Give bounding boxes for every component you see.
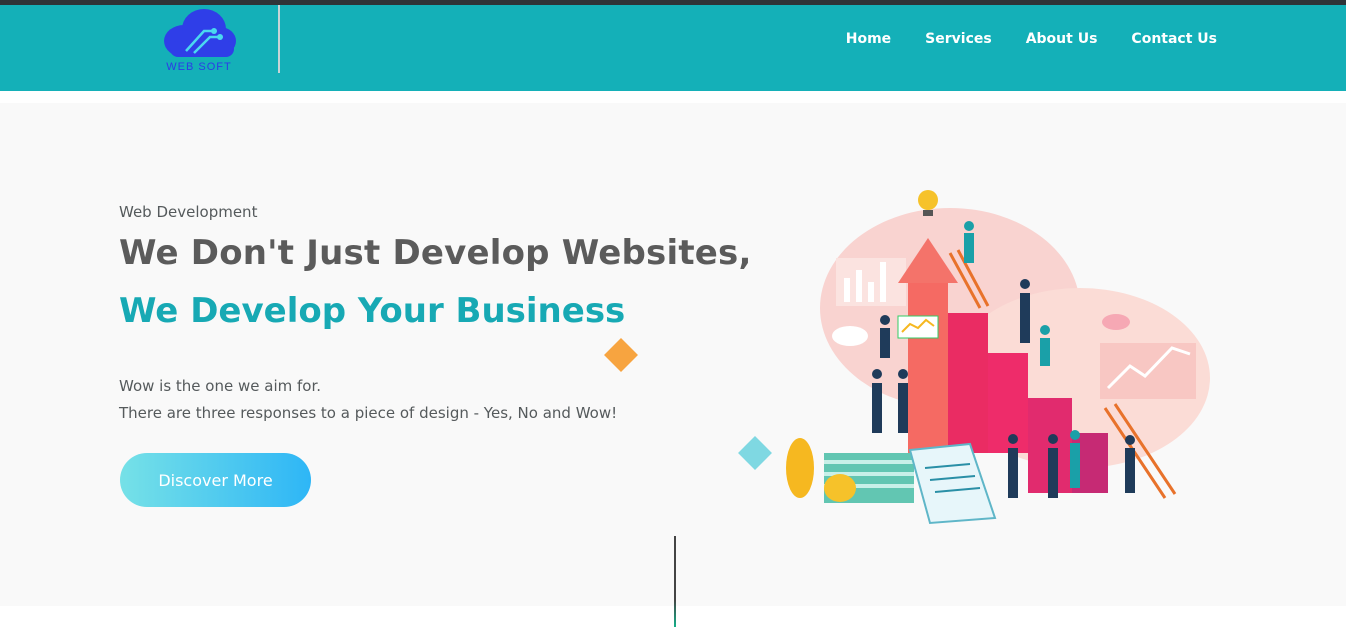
hero-headline-line2: We Develop Your Business [119,291,626,331]
scroll-indicator-line [674,536,676,627]
logo-divider [278,5,280,73]
main-nav: Home Services About Us Contact Us [846,31,1217,47]
site-logo[interactable]: WEB SOFT [156,7,242,79]
logo-text: WEB SOFT [166,61,232,73]
business-growth-illustration [786,190,1210,525]
hero-headline-line1: We Don't Just Develop Websites, [119,233,752,273]
nav-contact-us[interactable]: Contact Us [1131,31,1217,47]
cloud-logo-icon [164,9,236,57]
hero-paragraph-line1: Wow is the one we aim for. [119,377,322,395]
hero-paragraph: Wow is the one we aim for. There are thr… [119,373,617,427]
hero-eyebrow: Web Development [119,203,258,221]
nav-home[interactable]: Home [846,31,891,47]
hero-paragraph-line2: There are three responses to a piece of … [119,404,618,422]
site-header: WEB SOFT Home Services About Us Contact … [0,5,1346,91]
nav-about-us[interactable]: About Us [1026,31,1098,47]
nav-services[interactable]: Services [925,31,992,47]
discover-more-button[interactable]: Discover More [120,453,311,507]
